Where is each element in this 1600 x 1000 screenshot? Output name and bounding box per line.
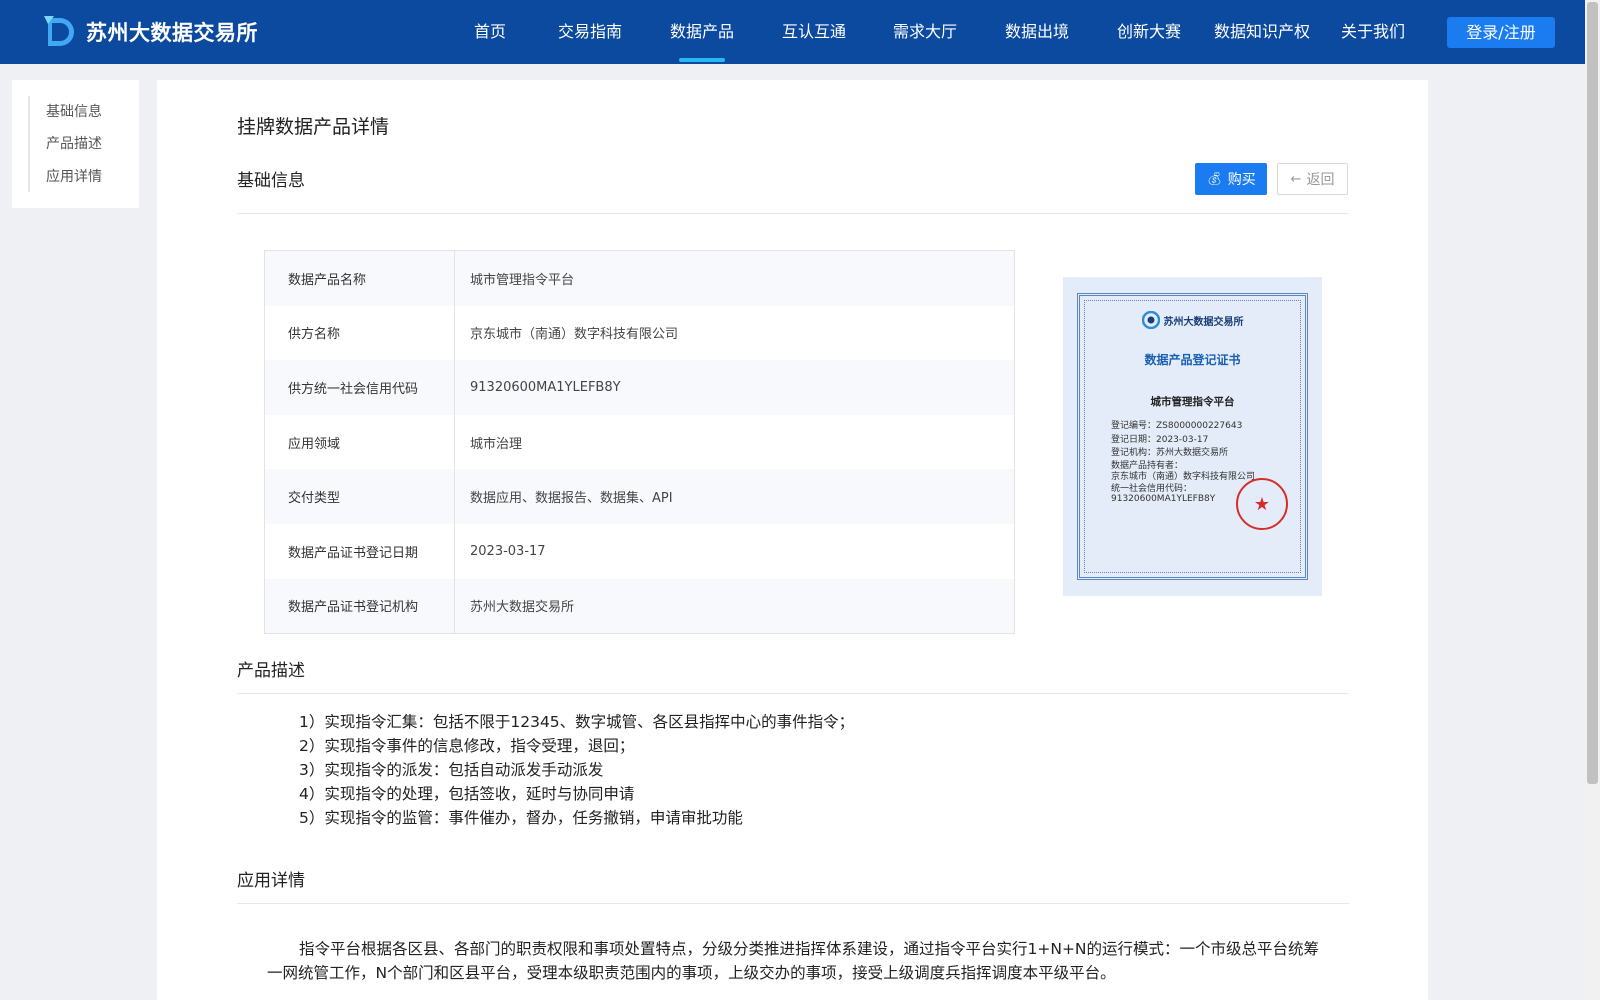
nav-trade-guide[interactable]: 交易指南 xyxy=(556,0,624,64)
anchor-product-description[interactable]: 产品描述 xyxy=(46,133,102,153)
certificate-org-name: 苏州大数据交易所 xyxy=(1163,316,1244,328)
list-item: 2）实现指令事件的信息修改，指令受理，退回； xyxy=(299,737,635,755)
list-item: 5）实现指令的监管：事件催办，督办，任务撤销，申请审批功能 xyxy=(299,809,743,827)
buy-button-label: 购买 xyxy=(1227,172,1256,188)
nav-demand-hall[interactable]: 需求大厅 xyxy=(891,0,959,64)
site-logo[interactable]: 苏州大数据交易所 xyxy=(42,13,258,51)
anchor-basic-info[interactable]: 基础信息 xyxy=(46,101,102,121)
back-button-label: 返回 xyxy=(1306,172,1335,188)
back-button[interactable]: ← 返回 xyxy=(1277,163,1348,195)
arrow-left-icon: ← xyxy=(1290,171,1302,187)
section-title-description: 产品描述 xyxy=(237,661,305,681)
section-title-detail: 应用详情 xyxy=(237,871,305,891)
application-detail-text: 指令平台根据各区县、各部门的职责权限和事项处置特点，分级分类推进指挥体系建设，通… xyxy=(267,940,1320,982)
info-label: 供方统一社会信用代码 xyxy=(265,360,455,415)
page-scrollbar-thumb[interactable] xyxy=(1587,2,1598,784)
list-item: 4）实现指令的处理，包括签收，延时与协同申请 xyxy=(299,785,635,803)
info-label: 数据产品名称 xyxy=(265,251,455,306)
divider xyxy=(237,903,1349,904)
certificate-details: 登记编号：ZS8000000227643 登记日期：2023-03-17 登记机… xyxy=(1111,420,1255,504)
anchor-line xyxy=(28,96,30,192)
nav-innovation-contest[interactable]: 创新大赛 xyxy=(1115,0,1183,64)
certificate-logo: 苏州大数据交易所 xyxy=(1063,311,1322,329)
nav-interconnect[interactable]: 互认互通 xyxy=(780,0,848,64)
info-value: 2023-03-17 xyxy=(470,543,546,559)
nav-home[interactable]: 首页 xyxy=(462,0,518,64)
buy-button[interactable]: 💰︎ 购买 xyxy=(1195,163,1267,195)
info-label: 应用领域 xyxy=(265,414,455,470)
site-name: 苏州大数据交易所 xyxy=(86,21,258,45)
list-item: 1）实现指令汇集：包括不限于12345、数字城管、各区县指挥中心的事件指令； xyxy=(299,713,855,731)
nav-about-us[interactable]: 关于我们 xyxy=(1339,0,1407,64)
certificate-line: 统一社会信用代码： xyxy=(1111,483,1193,494)
divider xyxy=(237,213,1349,214)
nav-data-export[interactable]: 数据出境 xyxy=(1003,0,1071,64)
logo-icon xyxy=(44,16,74,46)
table-row: 交付类型 数据应用、数据报告、数据集、API xyxy=(265,469,1014,524)
info-label: 交付类型 xyxy=(265,469,455,524)
info-value: 京东城市（南通）数字科技有限公司 xyxy=(470,327,679,343)
table-row: 数据产品证书登记机构 苏州大数据交易所 xyxy=(265,578,1014,634)
nav-data-ip[interactable]: 数据知识产权 xyxy=(1212,0,1312,64)
info-label: 供方名称 xyxy=(265,305,455,361)
red-seal-stamp: ★ xyxy=(1236,478,1288,530)
info-label: 数据产品证书登记日期 xyxy=(265,523,455,579)
certificate-line: 数据产品持有者： xyxy=(1111,460,1184,471)
certificate-title: 数据产品登记证书 xyxy=(1144,353,1241,367)
table-row: 数据产品证书登记日期 2023-03-17 xyxy=(265,523,1014,579)
exchange-logo-icon xyxy=(1141,311,1160,329)
product-description-list: 1）实现指令汇集：包括不限于12345、数字城管、各区县指挥中心的事件指令； 2… xyxy=(299,710,854,830)
nav-data-products[interactable]: 数据产品 xyxy=(668,0,736,64)
certificate-line: 登记日期：2023-03-17 xyxy=(1111,434,1209,445)
page-title: 挂牌数据产品详情 xyxy=(237,116,390,138)
certificate-image[interactable]: 苏州大数据交易所 数据产品登记证书 城市管理指令平台 登记编号：ZS800000… xyxy=(1063,277,1322,596)
info-value: 苏州大数据交易所 xyxy=(470,600,575,616)
info-value: 91320600MA1YLEFB8Y xyxy=(470,379,621,395)
certificate-line: 登记编号：ZS8000000227643 xyxy=(1111,421,1243,431)
table-row: 应用领域 城市治理 xyxy=(265,414,1014,470)
table-row: 供方统一社会信用代码 91320600MA1YLEFB8Y xyxy=(265,360,1014,415)
side-anchor-nav: 基础信息 产品描述 应用详情 xyxy=(12,80,139,208)
list-item: 3）实现指令的派发：包括自动派发手动派发 xyxy=(299,761,604,779)
table-row: 数据产品名称 城市管理指令平台 xyxy=(265,251,1014,306)
certificate-line: 登记机构：苏州大数据交易所 xyxy=(1111,448,1229,458)
anchor-application-detail[interactable]: 应用详情 xyxy=(46,166,102,186)
section-title-basic: 基础信息 xyxy=(237,171,305,191)
top-header: 苏州大数据交易所 首页 交易指南 数据产品 互认互通 需求大厅 数据出境 创新大… xyxy=(0,0,1600,64)
divider xyxy=(237,693,1349,694)
table-row: 供方名称 京东城市（南通）数字科技有限公司 xyxy=(265,305,1014,361)
certificate-product-name: 城市管理指令平台 xyxy=(1150,396,1235,408)
certificate-line: 京东城市（南通）数字科技有限公司 xyxy=(1111,471,1256,482)
info-label: 数据产品证书登记机构 xyxy=(265,578,455,634)
certificate-line: 91320600MA1YLEFB8Y xyxy=(1111,493,1216,504)
info-value: 城市治理 xyxy=(470,436,523,452)
info-value: 数据应用、数据报告、数据集、API xyxy=(470,491,673,507)
product-info-table: 数据产品名称 城市管理指令平台 供方名称 京东城市（南通）数字科技有限公司 供方… xyxy=(264,250,1015,635)
login-register-button[interactable]: 登录/注册 xyxy=(1447,17,1555,48)
money-bag-icon: 💰︎ xyxy=(1206,171,1223,187)
main-panel: 挂牌数据产品详情 基础信息 💰︎ 购买 ← 返回 数据产品名称 城市管理指令平台… xyxy=(157,80,1428,1000)
info-value: 城市管理指令平台 xyxy=(470,272,575,288)
